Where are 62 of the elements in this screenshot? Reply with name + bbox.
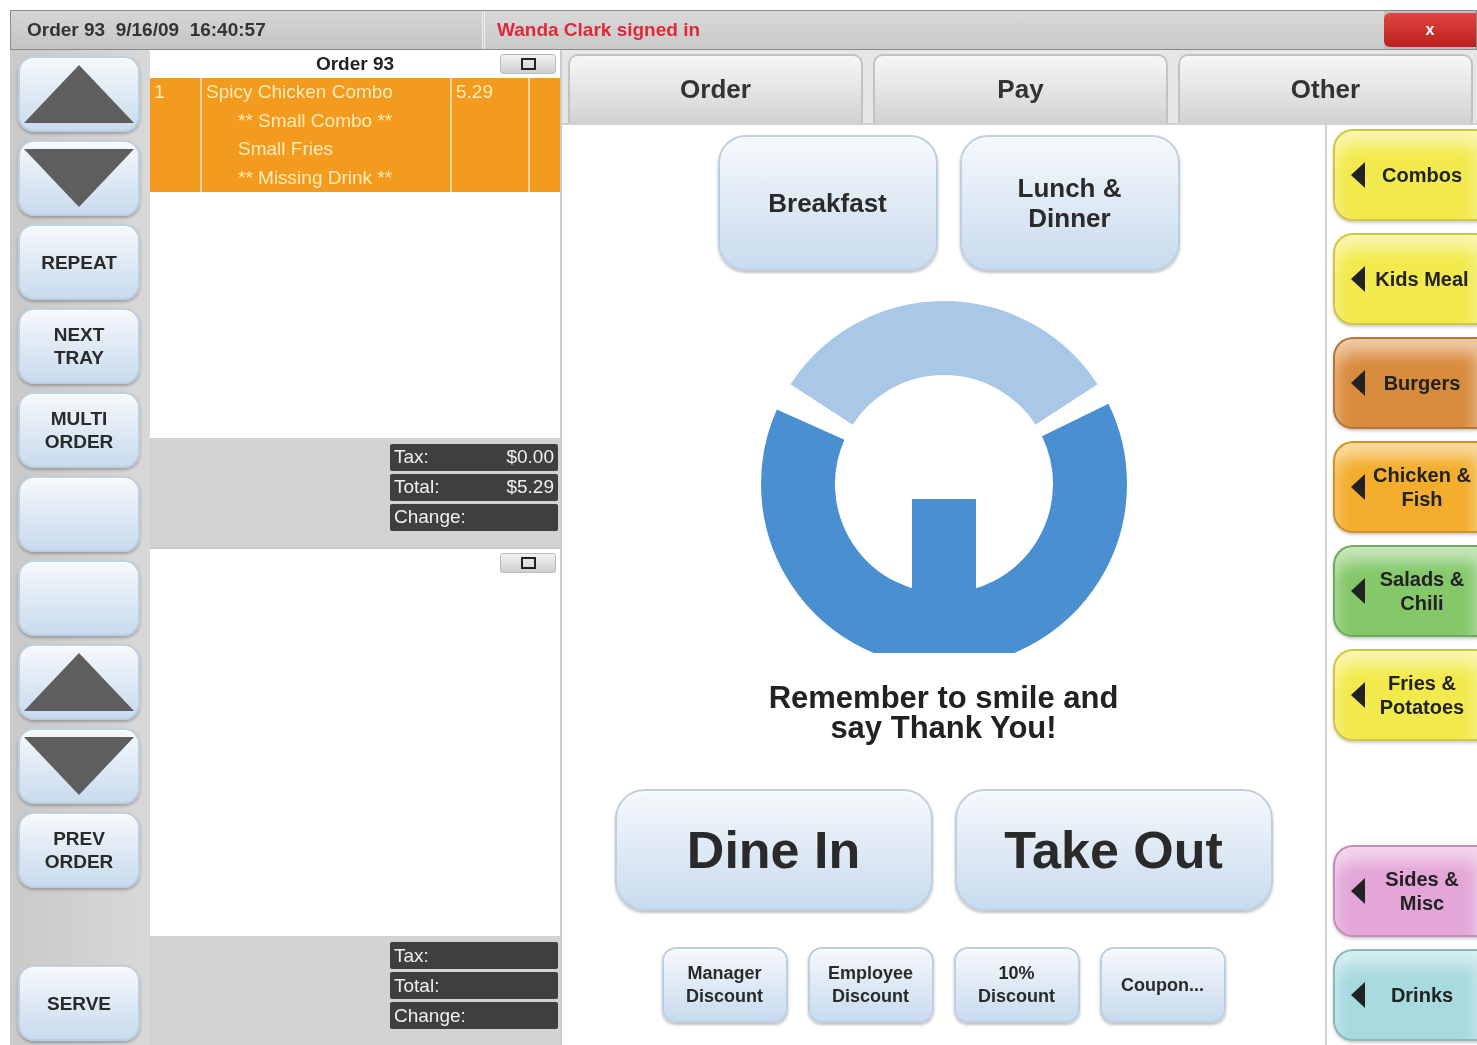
square-icon [520, 556, 536, 569]
scroll-up-button[interactable] [18, 56, 140, 132]
item-modifier: ** Missing Drink ** [237, 165, 394, 190]
down-triangle-icon [24, 149, 134, 207]
down-triangle-icon [24, 737, 134, 795]
item-modifier: Small Fries [237, 137, 334, 161]
category-button[interactable]: Salads & Chili [1333, 545, 1477, 637]
reminder-message: Remember to smile and say Thank You! [767, 683, 1120, 743]
menu-button[interactable]: Lunch & Dinner [959, 135, 1180, 271]
left-arrow-icon [1351, 982, 1365, 1008]
order-info: Order 93 9/16/09 16:40:57 [11, 11, 485, 49]
item-name: Spicy Chicken Combo [206, 80, 394, 104]
category-button[interactable]: Kids Meal [1333, 233, 1477, 325]
service-button[interactable]: Take Out [954, 789, 1273, 911]
total-label: Tax: [394, 944, 429, 967]
discount-button[interactable]: 10% Discount [953, 947, 1080, 1023]
scroll-down-button[interactable] [18, 728, 140, 804]
function-button[interactable]: MULTI ORDER [18, 392, 140, 468]
left-arrow-icon [1351, 474, 1365, 500]
total-label: Tax: [394, 446, 429, 468]
square-icon [520, 58, 536, 70]
total-label: Total: [394, 974, 440, 997]
tab[interactable]: Pay [873, 54, 1168, 123]
tab[interactable]: Order [568, 54, 863, 123]
total-value: $5.29 [506, 476, 554, 498]
category-button[interactable]: Chicken & Fish [1333, 441, 1477, 533]
left-arrow-icon [1351, 682, 1365, 708]
up-triangle-icon [24, 65, 134, 123]
total-label: Total: [394, 476, 440, 498]
menu-button[interactable]: Breakfast [717, 135, 938, 271]
function-button[interactable]: NEXT TRAY [18, 308, 140, 384]
discount-button[interactable]: Manager Discount [661, 947, 788, 1023]
category-button[interactable]: Drinks [1333, 949, 1477, 1041]
total-label: Change: [394, 506, 466, 528]
left-arrow-icon [1351, 878, 1365, 904]
discount-button[interactable]: Employee Discount [807, 947, 934, 1023]
total-label: Change: [394, 1004, 466, 1027]
signed-in-status: Wanda Clark signed in [485, 11, 1384, 49]
left-arrow-icon [1351, 578, 1365, 604]
quantity-text: 1 [150, 78, 202, 192]
left-arrow-icon [1351, 370, 1365, 396]
function-button[interactable]: REPEAT [18, 224, 140, 300]
category-button[interactable]: Fries & Potatoes [1333, 649, 1477, 741]
order-title: Order 93 [315, 53, 395, 75]
left-arrow-icon [1351, 162, 1365, 188]
function-button[interactable]: PREV ORDER [18, 812, 140, 888]
category-button[interactable]: Sides & Misc [1333, 845, 1477, 937]
maximize-button[interactable] [500, 54, 556, 74]
maximize-button[interactable] [500, 552, 556, 573]
up-triangle-icon [24, 653, 134, 711]
scroll-down-button[interactable] [18, 140, 140, 216]
discount-button[interactable]: Coupon... [1099, 947, 1226, 1023]
close-button[interactable]: x [1384, 13, 1476, 47]
price-text: 5.29 [452, 78, 530, 192]
category-button[interactable]: Combos [1333, 129, 1477, 221]
left-arrow-icon [1351, 266, 1365, 292]
item-modifier: ** Small Combo ** [237, 108, 394, 133]
service-button[interactable]: Dine In [614, 789, 933, 911]
scroll-up-button[interactable] [18, 644, 140, 720]
category-button[interactable]: Burgers [1333, 337, 1477, 429]
tab[interactable]: Other [1178, 54, 1473, 123]
total-value: $0.00 [506, 446, 554, 468]
